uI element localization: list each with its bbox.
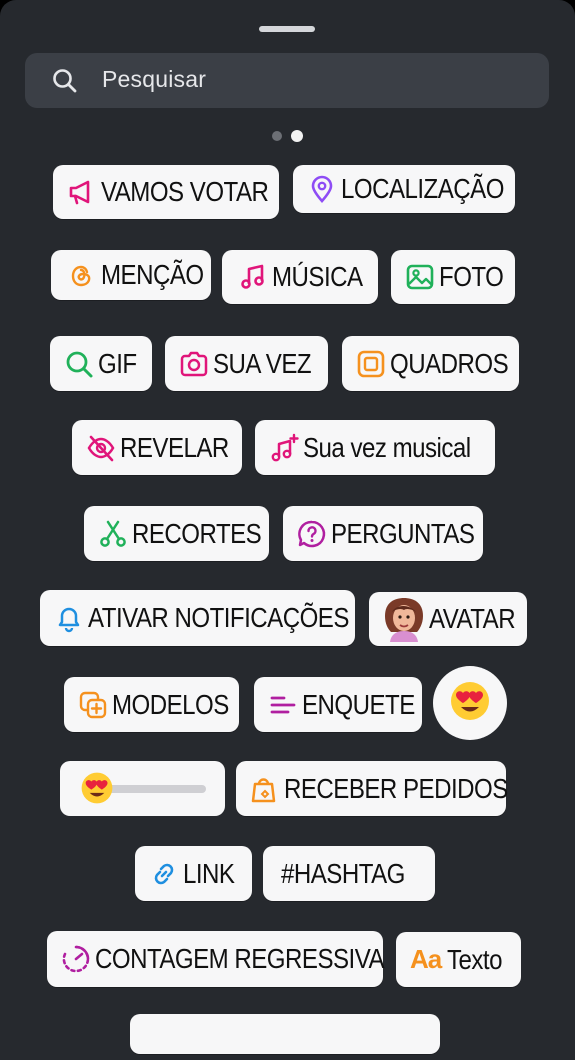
- poll-lines-icon: [268, 690, 298, 720]
- threads-mention-icon: [67, 260, 97, 290]
- sticker-tray-sheet: Pesquisar VAMOS VOTAR LOCALIZAÇÃO MENÇÃO…: [0, 0, 575, 1060]
- shopping-bag-icon: [250, 774, 280, 804]
- sticker-link[interactable]: LINK: [135, 846, 252, 901]
- sticker-emoji-slider[interactable]: [60, 761, 225, 816]
- drag-handle[interactable]: [259, 26, 315, 32]
- sticker-enquete[interactable]: ENQUETE: [254, 677, 422, 732]
- photo-icon: [405, 262, 435, 292]
- music-note-icon: [238, 262, 268, 292]
- megaphone-icon: [67, 177, 97, 207]
- avatar-image: [381, 596, 427, 642]
- sticker-modelos[interactable]: MODELOS: [64, 677, 239, 732]
- sticker-recortes[interactable]: RECORTES: [84, 506, 269, 561]
- scissors-icon: [98, 519, 128, 549]
- sticker-hashtag[interactable]: #HASHTAG: [263, 846, 435, 901]
- sticker-perguntas[interactable]: PERGUNTAS: [283, 506, 483, 561]
- sticker-sua-vez[interactable]: SUA VEZ: [165, 336, 328, 391]
- hashtag-label: #HASHTAG: [281, 857, 405, 889]
- sticker-contagem-regressiva[interactable]: CONTAGEM REGRESSIVA: [47, 931, 385, 987]
- link-icon: [149, 859, 179, 889]
- sticker-avatar[interactable]: AVATAR: [369, 592, 527, 646]
- sticker-ativar-notificacoes[interactable]: ATIVAR NOTIFICAÇÕES: [40, 590, 355, 646]
- search-input[interactable]: Pesquisar: [102, 66, 206, 93]
- heart-eyes-emoji-icon[interactable]: [80, 771, 114, 810]
- sticker-quadros[interactable]: QUADROS: [342, 336, 519, 391]
- sticker-gif[interactable]: GIF: [50, 336, 152, 391]
- eye-off-icon: [86, 433, 116, 463]
- gif-search-icon: [64, 349, 94, 379]
- page-dot-active[interactable]: [291, 130, 303, 142]
- sticker-foto[interactable]: FOTO: [391, 250, 515, 304]
- frame-icon: [356, 349, 386, 379]
- sticker-musica[interactable]: MÚSICA: [222, 250, 378, 304]
- heart-eyes-emoji-icon: [449, 680, 491, 727]
- sticker-sua-vez-musical[interactable]: Sua vez musical: [255, 420, 495, 475]
- sticker-revelar[interactable]: REVELAR: [72, 420, 242, 475]
- location-pin-icon: [307, 174, 337, 204]
- templates-icon: [78, 690, 108, 720]
- countdown-icon: [61, 944, 91, 974]
- search-icon: [52, 68, 78, 94]
- sticker-mencao[interactable]: MENÇÃO: [51, 250, 211, 300]
- sticker-emoji-reaction[interactable]: [433, 666, 507, 740]
- sticker-receber-pedidos[interactable]: RECEBER PEDIDOS: [236, 761, 508, 816]
- sticker-vamos-votar[interactable]: VAMOS VOTAR: [53, 165, 279, 219]
- sticker-texto[interactable]: Aa Texto: [396, 932, 521, 987]
- bell-icon: [54, 603, 84, 633]
- page-dot[interactable]: [272, 131, 282, 141]
- camera-icon: [179, 349, 209, 379]
- question-bubble-icon: [297, 519, 327, 549]
- sticker-localizacao[interactable]: LOCALIZAÇÃO: [293, 165, 515, 213]
- music-plus-icon: [269, 433, 299, 463]
- text-aa-icon: Aa: [410, 944, 442, 974]
- sticker-partial-next-row[interactable]: [130, 1014, 440, 1054]
